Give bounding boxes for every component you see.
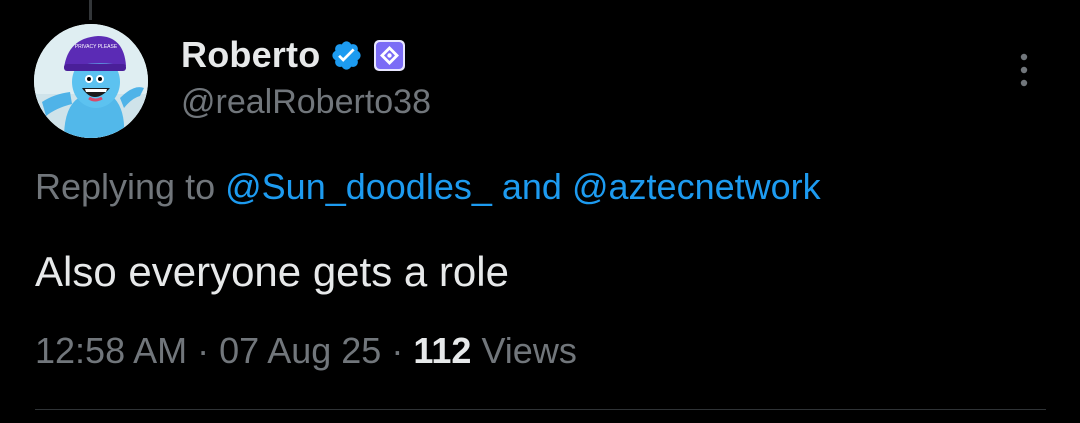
meta-separator: · [197, 330, 210, 371]
author-display-name[interactable]: Roberto [181, 34, 320, 76]
svg-text:PRIVACY PLEASE: PRIVACY PLEASE [75, 44, 118, 50]
meta-separator: · [391, 330, 404, 371]
more-vertical-icon [1020, 53, 1028, 87]
replying-to-connector: and [501, 166, 562, 207]
divider [35, 409, 1046, 410]
replying-to-line: Replying to @Sun_doodles_ and @aztecnetw… [35, 166, 821, 208]
thread-connector-line [89, 0, 92, 20]
more-options-button[interactable] [1004, 48, 1044, 92]
tweet-date[interactable]: 07 Aug 25 [219, 330, 381, 371]
tweet-meta-row: 12:58 AM · 07 Aug 25 · 112 Views [35, 330, 577, 372]
verified-badge-icon [330, 39, 363, 72]
views-label: Views [481, 330, 577, 371]
avatar[interactable]: PRIVACY PLEASE [34, 24, 148, 138]
tweet-card: PRIVACY PLEASE Roberto @realRoberto38 Re… [0, 0, 1080, 423]
tweet-text: Also everyone gets a role [35, 248, 509, 295]
mention-link-aztecnetwork[interactable]: @aztecnetwork [572, 166, 821, 207]
tweet-time[interactable]: 12:58 AM [35, 330, 187, 371]
author-handle[interactable]: @realRoberto38 [181, 83, 431, 122]
author-name-row: Roberto [181, 30, 406, 80]
mention-link-sun-doodles[interactable]: @Sun_doodles_ [225, 166, 492, 207]
avatar-image: PRIVACY PLEASE [34, 24, 148, 138]
affiliate-badge-icon[interactable] [373, 39, 406, 72]
replying-to-prefix: Replying to [35, 166, 216, 207]
views-count: 112 [413, 330, 472, 371]
